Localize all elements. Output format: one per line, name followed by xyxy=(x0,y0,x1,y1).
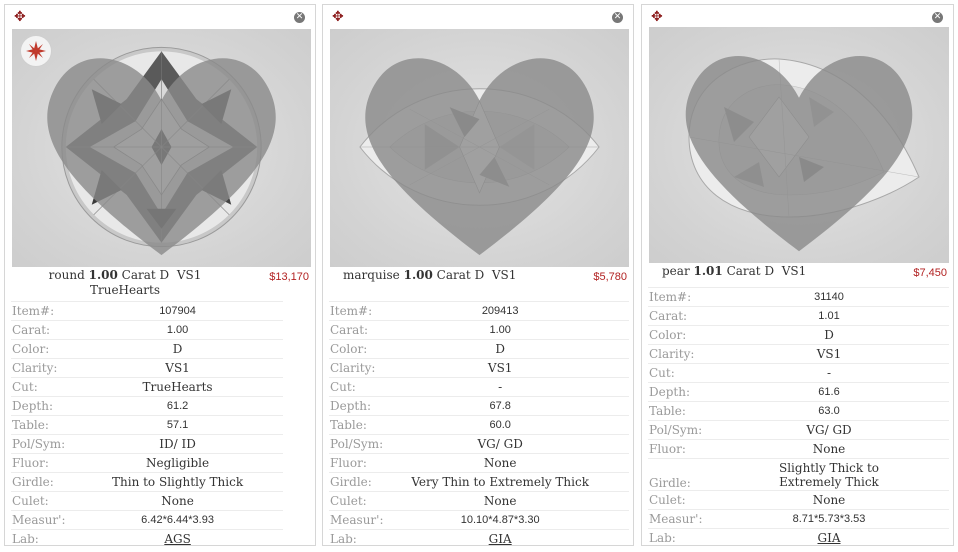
diamond-image[interactable] xyxy=(649,27,949,263)
price-text: $7,450 xyxy=(913,267,947,279)
close-icon[interactable]: ✕ xyxy=(294,12,305,23)
spec-row-lab: Lab: AGS xyxy=(11,529,284,548)
spec-row-clarity: Clarity: VS1 xyxy=(329,358,629,378)
price-text: $13,170 xyxy=(269,271,309,283)
spec-row-measur: Measur': 6.42*6.44*3.93 xyxy=(11,510,284,530)
carat-value: 1.00 xyxy=(88,268,118,282)
heart-icon[interactable] xyxy=(649,27,949,263)
spec-row-fluor: Fluor: None xyxy=(329,453,629,473)
spec-row-color: Color: D xyxy=(329,339,629,359)
diamond-title-row: round 1.00 Carat D VS1 TrueHearts $13,17… xyxy=(5,268,315,302)
color-grade: D xyxy=(764,264,775,278)
spec-row-cut: Cut: - xyxy=(648,363,949,383)
spec-row-lab: Lab: GIA xyxy=(329,529,629,548)
diamond-title[interactable]: round 1.00 Carat D VS1 TrueHearts xyxy=(25,268,225,298)
carat-word: Carat xyxy=(726,264,761,278)
spec-row-culet: Culet: None xyxy=(11,491,284,511)
spec-row-table: Table: 63.0 xyxy=(648,401,949,421)
spec-row-polsym: Pol/Sym: ID/ ID xyxy=(11,434,284,454)
move-arrows-icon[interactable]: ✥ xyxy=(651,10,665,24)
spec-table: Item#: 107904 Carat: 1.00 Color: D Clarity:… xyxy=(11,301,284,548)
diamond-card-pear: ✥ ✕ pear 1.01 Carat D VS1 $7,450 Item#: 3… xyxy=(641,4,954,547)
spec-row-fluor: Fluor: None xyxy=(648,439,949,459)
diamond-image[interactable] xyxy=(330,29,629,267)
color-grade: D xyxy=(159,268,170,282)
close-icon[interactable]: ✕ xyxy=(612,12,623,23)
spec-row-color: Color: D xyxy=(11,339,284,359)
carat-value: 1.00 xyxy=(403,268,433,282)
move-arrows-icon[interactable]: ✥ xyxy=(332,10,346,24)
diamond-card-marquise: ✥ ✕ marquise 1.00 Carat D VS1 $5,780 Ite… xyxy=(322,4,634,548)
spec-row-depth: Depth: 67.8 xyxy=(329,396,629,416)
spec-row-carat: Carat: 1.00 xyxy=(11,320,284,340)
spec-row-measur: Measur': 8.71*5.73*3.53 xyxy=(648,509,949,529)
spec-row-table: Table: 57.1 xyxy=(11,415,284,435)
clarity-grade: VS1 xyxy=(176,268,202,282)
lab-report-link[interactable]: GIA xyxy=(489,532,512,546)
carat-word: Carat xyxy=(436,268,471,282)
carat-value: 1.01 xyxy=(693,264,723,278)
spec-row-measur: Measur': 10.10*4.87*3.30 xyxy=(329,510,629,530)
spec-row-depth: Depth: 61.6 xyxy=(648,382,949,402)
spec-row-color: Color: D xyxy=(648,325,949,345)
diamond-title[interactable]: marquise 1.00 Carat D VS1 xyxy=(339,268,533,283)
spec-row-culet: Culet: None xyxy=(329,491,629,511)
clarity-grade: VS1 xyxy=(491,268,517,282)
spec-row-girdle: Girdle: Very Thin to Extremely Thick xyxy=(329,472,629,492)
spec-row-item: Item#: 31140 xyxy=(648,287,949,307)
diamond-image[interactable] xyxy=(12,29,311,267)
shape-text: round xyxy=(48,268,85,282)
spec-table: Item#: 209413 Carat: 1.00 Color: D Clarity:… xyxy=(329,301,629,548)
spec-row-cut: Cut: - xyxy=(329,377,629,397)
diamond-title-row: marquise 1.00 Carat D VS1 $5,780 xyxy=(323,268,633,302)
spec-row-cut: Cut: TrueHearts xyxy=(11,377,284,397)
spec-row-item: Item#: 209413 xyxy=(329,301,629,321)
lab-report-link[interactable]: GIA xyxy=(818,531,841,545)
spec-row-girdle: Girdle: Slightly Thick to Extremely Thick xyxy=(648,458,949,491)
move-arrows-icon[interactable]: ✥ xyxy=(14,10,28,24)
price-text: $5,780 xyxy=(593,271,627,283)
spec-row-depth: Depth: 61.2 xyxy=(11,396,284,416)
spec-row-clarity: Clarity: VS1 xyxy=(648,344,949,364)
close-icon[interactable]: ✕ xyxy=(932,12,943,23)
spec-row-polsym: Pol/Sym: VG/ GD xyxy=(648,420,949,440)
lab-report-link[interactable]: AGS xyxy=(164,532,190,546)
heart-icon[interactable] xyxy=(330,29,629,267)
spec-row-girdle: Girdle: Thin to Slightly Thick xyxy=(11,472,284,492)
spec-row-clarity: Clarity: VS1 xyxy=(11,358,284,378)
clarity-grade: VS1 xyxy=(781,264,807,278)
shape-text: marquise xyxy=(343,268,400,282)
spec-row-table: Table: 60.0 xyxy=(329,415,629,435)
spec-table: Item#: 31140 Carat: 1.01 Color: D Clarity: V… xyxy=(648,287,949,547)
spec-row-carat: Carat: 1.00 xyxy=(329,320,629,340)
spec-row-polsym: Pol/Sym: VG/ GD xyxy=(329,434,629,454)
color-grade: D xyxy=(474,268,485,282)
spec-row-item: Item#: 107904 xyxy=(11,301,284,321)
spec-row-lab: Lab: GIA xyxy=(648,528,949,547)
carat-word: Carat xyxy=(121,268,156,282)
spec-row-carat: Carat: 1.01 xyxy=(648,306,949,326)
diamond-title[interactable]: pear 1.01 Carat D VS1 xyxy=(658,264,852,279)
heart-icon[interactable] xyxy=(12,29,311,267)
diamond-card-round: ✥ ✕ round 1.00 Carat D VS1 TrueHearts $1… xyxy=(4,4,316,548)
shape-text: pear xyxy=(662,264,690,278)
spec-row-culet: Culet: None xyxy=(648,490,949,510)
spec-row-fluor: Fluor: Negligible xyxy=(11,453,284,473)
brand-text: TrueHearts xyxy=(89,283,160,297)
